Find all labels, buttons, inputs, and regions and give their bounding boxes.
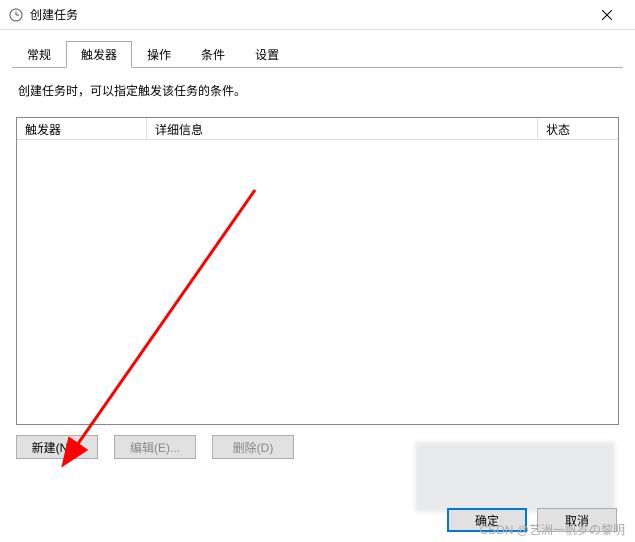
clock-icon [8, 7, 24, 23]
triggers-table: 触发器 详细信息 状态 [16, 117, 619, 425]
content-area: 常规 触发器 操作 条件 设置 创建任务时，可以指定触发该任务的条件。 触发器 … [0, 30, 635, 479]
titlebar: 创建任务 [0, 0, 635, 30]
column-details[interactable]: 详细信息 [147, 118, 538, 139]
cancel-button[interactable]: 取消 [537, 508, 617, 532]
window-title: 创建任务 [30, 6, 587, 23]
new-button[interactable]: 新建(N)... [16, 435, 98, 459]
tab-general[interactable]: 常规 [12, 41, 66, 68]
dialog-footer: 确定 取消 [447, 508, 617, 532]
delete-button[interactable]: 删除(D) [212, 435, 294, 459]
edit-button[interactable]: 编辑(E)... [114, 435, 196, 459]
close-button[interactable] [587, 0, 627, 30]
action-buttons: 新建(N)... 编辑(E)... 删除(D) [16, 435, 619, 459]
close-icon [602, 10, 612, 20]
table-header: 触发器 详细信息 状态 [17, 118, 618, 140]
ok-button[interactable]: 确定 [447, 508, 527, 532]
tab-conditions[interactable]: 条件 [186, 41, 240, 68]
tab-triggers[interactable]: 触发器 [66, 41, 132, 68]
column-trigger[interactable]: 触发器 [17, 118, 147, 139]
column-status[interactable]: 状态 [538, 118, 618, 139]
tab-bar: 常规 触发器 操作 条件 设置 [12, 40, 623, 68]
tab-actions[interactable]: 操作 [132, 41, 186, 68]
tab-description: 创建任务时，可以指定触发该任务的条件。 [18, 82, 617, 99]
tab-settings[interactable]: 设置 [240, 41, 294, 68]
